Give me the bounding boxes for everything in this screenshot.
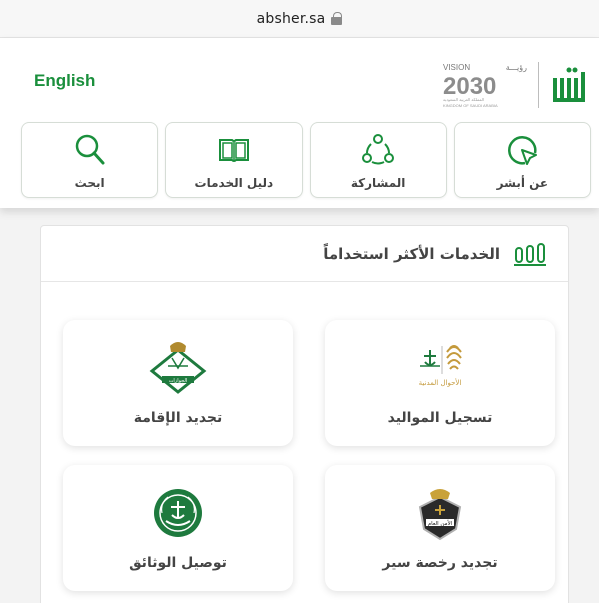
english-language-link[interactable]: English (34, 71, 95, 91)
book-icon (218, 139, 249, 162)
service-card-births-registration[interactable]: الأحوال المدنية تسجيل المواليد (325, 320, 555, 446)
nav-search-label: ابحث (74, 176, 105, 190)
emblem: الجوازات (138, 338, 218, 398)
service-label: تسجيل المواليد (387, 410, 493, 426)
nav-participation[interactable]: المشاركة (309, 122, 447, 198)
emblem-text: الأحوال المدنية (419, 378, 462, 387)
panel-title: الخدمات الأكثر استخداماً (323, 244, 500, 263)
site-header: English VISION رؤيـــة 2030 المملكة العر… (0, 38, 599, 208)
nav-about-absher[interactable]: عن أبشر (453, 122, 591, 198)
nav-participation-label: المشاركة (350, 176, 406, 190)
vision-kingdom-ar: المملكة العربية السعودية (443, 97, 484, 102)
service-label: توصيل الوثائق (129, 555, 227, 571)
passports-emblem-icon: الجوازات (149, 342, 207, 394)
share-icon (362, 134, 395, 165)
vision-kingdom-en: KINGDOM OF SAUDI ARABIA (443, 103, 498, 108)
civil-affairs-icon: الأحوال المدنية (419, 345, 462, 387)
url-text[interactable]: absher.sa (257, 11, 326, 27)
vision-arabic-label: رؤيـــة (506, 63, 527, 72)
service-card-documents-delivery[interactable]: توصيل الوثائق (63, 465, 293, 591)
interior-emblem-icon (154, 489, 202, 537)
logo-area: VISION رؤيـــة 2030 المملكة العربية السع… (439, 60, 589, 110)
browser-url-bar[interactable]: absher.sa (0, 0, 599, 38)
nav-services-guide[interactable]: دليل الخدمات (165, 122, 303, 198)
emblem (138, 483, 218, 543)
emblem: الأحوال المدنية (400, 338, 480, 398)
lock-icon (331, 12, 343, 25)
vision-year: 2030 (443, 73, 496, 100)
public-security-icon: الأمن العام (418, 489, 462, 541)
emblem-text: الجوازات (169, 378, 188, 384)
service-card-vehicle-license-renewal[interactable]: الأمن العام تجديد رخصة سير (325, 465, 555, 591)
service-label: تجديد الإقامة (133, 410, 223, 426)
pointer-icon (508, 136, 538, 165)
nav-about-label: عن أبشر (496, 176, 549, 190)
main-nav: ابحث دليل الخدمات المشاركة عن أبشر (21, 122, 591, 198)
search-icon (75, 134, 105, 165)
panel-header: الخدمات الأكثر استخداماً (41, 226, 568, 282)
logo-divider (538, 62, 539, 108)
service-label: تجديد رخصة سير (382, 555, 498, 571)
bars-icon (514, 242, 546, 266)
emblem: الأمن العام (400, 483, 480, 543)
nav-services-guide-label: دليل الخدمات (194, 176, 274, 190)
most-used-services-panel: الخدمات الأكثر استخداماً الجوازات تجديد … (40, 225, 569, 603)
absher-logo[interactable] (549, 64, 589, 108)
nav-search[interactable]: ابحث (21, 122, 159, 198)
vision-2030-logo: VISION رؤيـــة 2030 المملكة العربية السع… (443, 63, 527, 108)
emblem-text: الأمن العام (428, 519, 453, 527)
vision-label: VISION (443, 63, 470, 72)
service-card-iqama-renewal[interactable]: الجوازات تجديد الإقامة (63, 320, 293, 446)
